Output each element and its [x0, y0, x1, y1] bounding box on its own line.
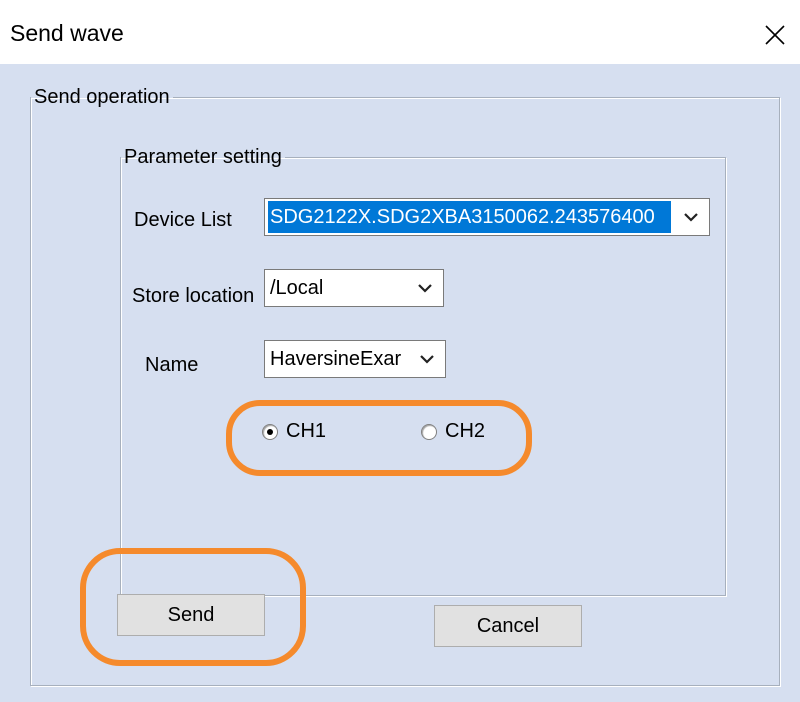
store-location-value: /Local [270, 277, 324, 299]
radio-selected-dot [267, 428, 273, 435]
close-button[interactable] [752, 12, 796, 56]
send-button[interactable]: Send [117, 594, 265, 636]
ch2-radio-circle [421, 423, 437, 440]
name-value: HaversineExar [270, 348, 402, 370]
store-location-label: Store location [132, 285, 255, 307]
device-list-dropdown-button[interactable] [674, 200, 708, 234]
ch1-radio[interactable]: CH1 [262, 420, 326, 443]
window-title: Send wave [10, 20, 124, 46]
chevron-down-icon [420, 355, 434, 364]
device-list-value: SDG2122X.SDG2XBA3150062.243576400 [268, 201, 671, 233]
device-list-label: Device List [134, 209, 232, 231]
send-operation-legend: Send operation [34, 86, 170, 108]
parameter-setting-legend: Parameter setting [124, 146, 282, 168]
store-location-dropdown-button[interactable] [408, 271, 442, 305]
dialog-body: Send operation Parameter setting Device … [0, 64, 800, 702]
ch2-radio[interactable]: CH2 [421, 420, 485, 443]
chevron-down-icon [684, 213, 698, 222]
ch1-radio-circle [262, 423, 278, 440]
ch2-label: CH2 [445, 420, 486, 442]
cancel-button[interactable]: Cancel [434, 605, 582, 647]
title-bar: Send wave [0, 0, 800, 64]
name-select[interactable]: HaversineExar [264, 340, 446, 378]
store-location-select[interactable]: /Local [264, 269, 444, 307]
name-dropdown-button[interactable] [410, 342, 444, 376]
device-list-select[interactable]: SDG2122X.SDG2XBA3150062.243576400 [264, 198, 710, 236]
name-label: Name [145, 354, 199, 376]
chevron-down-icon [418, 284, 432, 293]
ch1-label: CH1 [286, 420, 327, 442]
close-icon [765, 25, 785, 45]
